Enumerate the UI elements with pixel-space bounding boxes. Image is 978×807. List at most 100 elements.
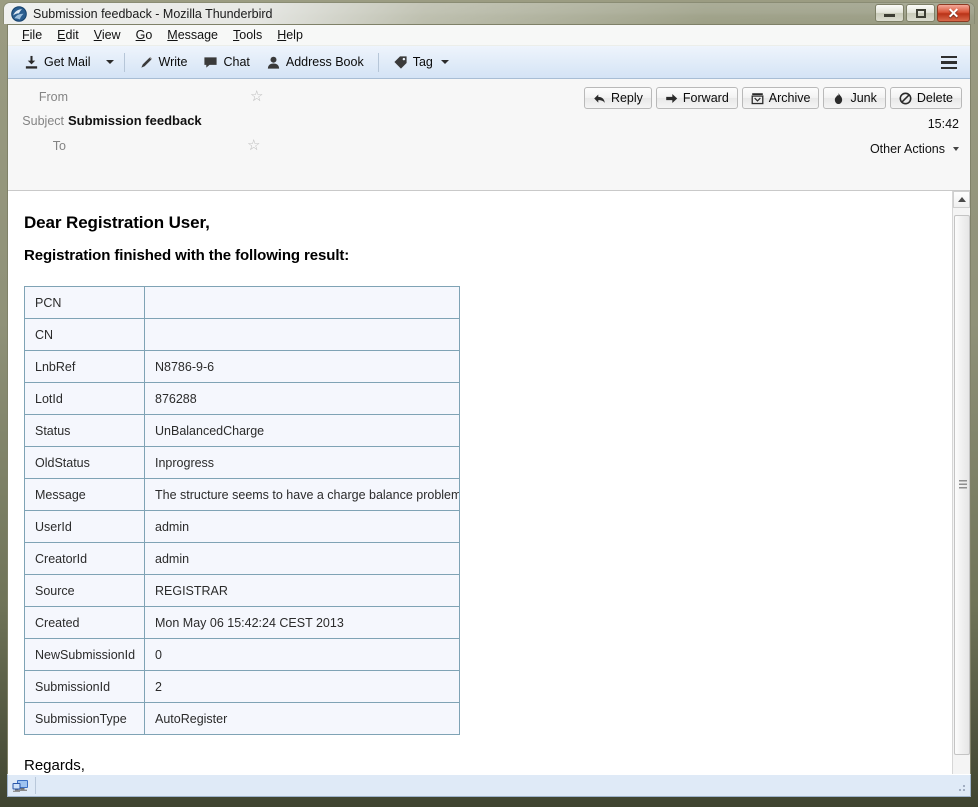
table-cell-value [145,319,460,351]
resize-grip[interactable] [955,781,967,793]
menu-bar: File Edit View Go Message Tools Help [8,25,970,46]
table-cell-value: Inprogress [145,447,460,479]
message-time: 15:42 [928,117,959,131]
scrollbar-thumb[interactable] [954,215,970,755]
table-cell-value [145,287,460,319]
forward-button[interactable]: Forward [656,87,738,109]
message-body-scrollbar[interactable] [952,191,970,791]
thunderbird-icon [11,6,27,22]
table-cell-value: AutoRegister [145,703,460,735]
tag-button[interactable]: Tag [385,51,457,74]
table-cell-value: UnBalancedCharge [145,415,460,447]
from-label: From [7,90,68,104]
reply-button[interactable]: Reply [584,87,652,109]
scroll-up-button[interactable] [953,191,970,208]
other-actions-button[interactable]: Other Actions [870,142,959,156]
table-row: LotId876288 [25,383,460,415]
table-cell-value: N8786-9-6 [145,351,460,383]
table-cell-key: CreatorId [25,543,145,575]
menu-help[interactable]: Help [270,26,311,44]
write-label: Write [159,55,188,69]
tag-label: Tag [413,55,433,69]
table-cell-key: SubmissionType [25,703,145,735]
hamburger-line-1 [941,56,957,59]
menu-message-rest: essage [178,28,218,42]
table-cell-value: REGISTRAR [145,575,460,607]
app-menu-button[interactable] [936,52,962,73]
minimize-button[interactable] [875,4,904,22]
table-row: MessageThe structure seems to have a cha… [25,479,460,511]
archive-label: Archive [769,91,811,105]
table-row: OldStatusInprogress [25,447,460,479]
delete-button[interactable]: Delete [890,87,962,109]
table-row: NewSubmissionId0 [25,639,460,671]
table-cell-key: Message [25,479,145,511]
window-title: Submission feedback - Mozilla Thunderbir… [33,5,272,23]
table-cell-value: admin [145,511,460,543]
client-area: File Edit View Go Message Tools Help Get… [7,24,971,791]
status-bar-separator [35,777,36,794]
minimize-icon [884,14,895,17]
regards-text: Regards, [24,757,954,774]
forward-label: Forward [683,91,729,105]
menu-go[interactable]: Go [129,26,161,44]
maximize-button[interactable] [906,4,935,22]
greeting-text: Dear Registration User, [24,213,954,233]
status-bar [7,774,971,797]
table-row: StatusUnBalancedCharge [25,415,460,447]
menu-file[interactable]: File [15,26,50,44]
chevron-down-icon [106,60,114,64]
write-button[interactable]: Write [131,51,196,74]
menu-view[interactable]: View [87,26,129,44]
address-book-button[interactable]: Address Book [258,51,372,74]
person-icon [266,55,281,70]
table-cell-key: OldStatus [25,447,145,479]
get-mail-dropdown[interactable] [99,56,118,68]
table-cell-value: The structure seems to have a charge bal… [145,479,460,511]
table-cell-key: PCN [25,287,145,319]
menu-go-rest: o [145,28,152,42]
flame-icon [832,92,845,105]
table-cell-value: 2 [145,671,460,703]
table-cell-value: Mon May 06 15:42:24 CEST 2013 [145,607,460,639]
star-icon-to[interactable]: ☆ [247,138,260,153]
table-row: LnbRefN8786-9-6 [25,351,460,383]
header-row-subject: Subject Submission feedback [8,111,970,135]
network-status-icon [12,778,30,794]
junk-label: Junk [850,91,876,105]
table-row: CN [25,319,460,351]
main-toolbar: Get Mail Write Chat [8,46,970,79]
table-cell-key: LnbRef [25,351,145,383]
message-body-content: Dear Registration User, Registration fin… [8,191,954,774]
table-row: UserIdadmin [25,511,460,543]
header-row-to: To ☆ [8,136,970,160]
table-cell-value: 876288 [145,383,460,415]
table-row: PCN [25,287,460,319]
subject-label: Subject [7,114,64,128]
reply-arrow-icon [593,92,606,105]
star-icon-from[interactable]: ☆ [250,89,263,104]
menu-view-rest: iew [102,28,121,42]
message-body: Dear Registration User, Registration fin… [8,191,954,791]
address-book-label: Address Book [286,55,364,69]
close-button[interactable]: ✕ [937,4,970,22]
hamburger-line-2 [941,61,957,64]
menu-edit[interactable]: Edit [50,26,87,44]
tag-icon [393,55,408,70]
table-cell-value: 0 [145,639,460,671]
archive-button[interactable]: Archive [742,87,820,109]
close-icon: ✕ [948,6,960,20]
junk-button[interactable]: Junk [823,87,885,109]
table-cell-key: LotId [25,383,145,415]
title-bar[interactable]: Submission feedback - Mozilla Thunderbir… [3,2,975,24]
maximize-icon [916,9,926,18]
table-cell-key: NewSubmissionId [25,639,145,671]
toolbar-separator-2 [378,53,379,72]
menu-tools[interactable]: Tools [226,26,270,44]
get-mail-button[interactable]: Get Mail [16,51,99,74]
table-cell-key: UserId [25,511,145,543]
menu-message[interactable]: Message [160,26,226,44]
chat-button[interactable]: Chat [195,51,257,74]
menu-help-rest: elp [286,28,303,42]
chat-bubble-icon [203,55,218,70]
